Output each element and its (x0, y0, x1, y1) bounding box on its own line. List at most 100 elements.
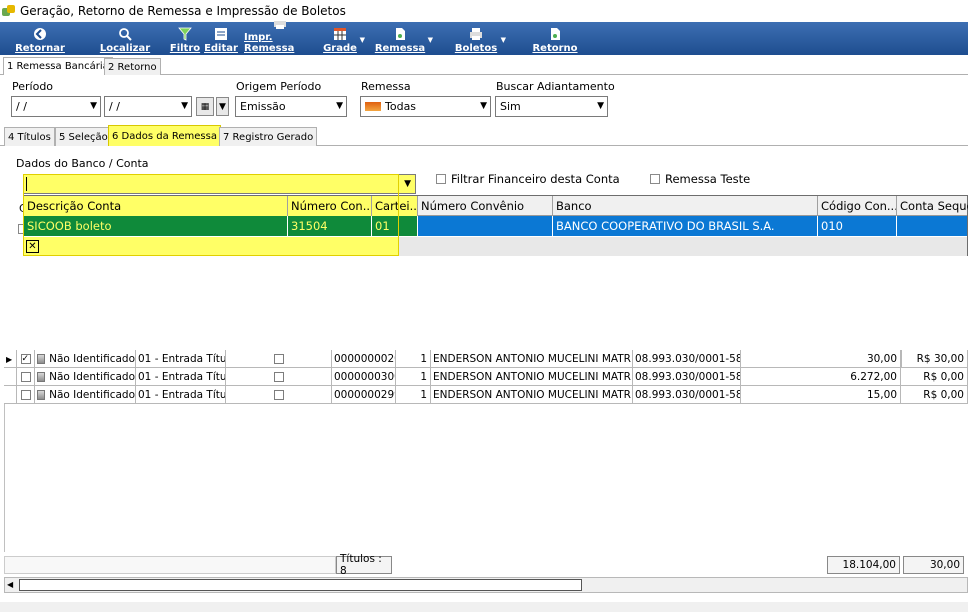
bank-account-dropdown-grid[interactable]: Descrição Conta Número Con... Cartei... … (23, 195, 968, 256)
search-icon (118, 27, 132, 41)
adiantamento-value: Sim (500, 100, 521, 113)
retornar-button[interactable]: Retornar (15, 22, 65, 55)
tab-remessa-bancaria[interactable]: 1 Remessa Bancária (3, 57, 113, 75)
titulos-count: Títulos : 8 (336, 553, 392, 577)
filter-icon (178, 27, 192, 41)
scroll-left-icon[interactable]: ◀ (7, 580, 13, 589)
col-conta-sequencial[interactable]: Conta Seque (897, 196, 968, 216)
table-row[interactable]: Não Identificado 01 - Entrada Título 000… (4, 368, 968, 386)
cell-descricao-conta: SICOOB boleto (24, 216, 288, 236)
checkbox-box (273, 372, 284, 382)
filtrar-financeiro-checkbox[interactable]: Filtrar Financeiro desta Conta (436, 172, 620, 186)
grade-button[interactable]: Grade ▼ (323, 22, 365, 55)
cell-codigo-convenio: 010 (818, 216, 897, 236)
scrollbar-thumb[interactable] (19, 579, 582, 591)
calendar-dropdown-icon[interactable]: ▼ (216, 97, 229, 116)
localizar-label: Localizar (99, 43, 151, 54)
periodo-label: Período (12, 80, 54, 93)
tab-selecao[interactable]: 5 Seleção (55, 127, 112, 146)
cell-desconto: R$ 0,00 (901, 368, 968, 386)
cell-desconto: R$ 30,00 (901, 350, 968, 368)
chevron-down-icon: ▼ (480, 101, 487, 111)
boletos-dropdown-arrow-icon[interactable]: ▼ (501, 36, 506, 44)
date-from-value: / / (16, 100, 27, 113)
chevron-down-icon: ▼ (404, 179, 411, 189)
cell-parcela: 1 (396, 368, 431, 386)
bottom-status-strip (0, 602, 968, 612)
valor-total: 18.104,00 (827, 556, 900, 574)
tab-retorno[interactable]: 2 Retorno (104, 58, 161, 75)
window-title: Geração, Retorno de Remessa e Impressão … (20, 4, 346, 18)
remessa-teste-label: Remessa Teste (665, 172, 751, 186)
remessa-button[interactable]: Remessa ▼ (375, 22, 433, 55)
grade-dropdown-arrow-icon[interactable]: ▼ (360, 36, 365, 44)
titles-grid[interactable]: ▶ Não Identificado 01 - Entrada Título 0… (4, 350, 968, 404)
sub-tabs: 4 Títulos 5 Seleção 6 Dados da Remessa 7… (0, 125, 968, 146)
col-banco[interactable]: Banco (553, 196, 818, 216)
filtro-button[interactable]: Filtro (170, 22, 200, 55)
main-tabs: 1 Remessa Bancária 2 Retorno (0, 57, 968, 75)
boletos-button[interactable]: Boletos ▼ (455, 22, 506, 55)
origem-periodo-select[interactable]: Emissão ▼ (235, 96, 347, 117)
cell-banco: BANCO COOPERATIVO DO BRASIL S.A. (553, 216, 818, 236)
remessa-select[interactable]: Todas ▼ (360, 96, 491, 117)
totals-spacer (4, 556, 336, 574)
retorno-button[interactable]: Retorno (532, 22, 578, 55)
tab-label: 6 Dados da Remessa (112, 130, 217, 142)
cell-status: Não Identificado (35, 386, 136, 404)
cell-checkbox[interactable] (226, 350, 332, 368)
cell-cliente: ENDERSON ANTONIO MUCELINI MATRIZ (431, 386, 633, 404)
cell-numero-conta: 31504 (288, 216, 372, 236)
cell-nosso-numero: 0000000020 (332, 350, 396, 368)
retorno-label: Retorno (532, 43, 578, 54)
cell-numero-convenio (418, 216, 553, 236)
tab-dados-remessa[interactable]: 6 Dados da Remessa (108, 125, 221, 146)
tab-label: 2 Retorno (108, 61, 157, 73)
printer-icon (273, 16, 287, 30)
checkbox-box (436, 174, 446, 184)
status-text: Não Identificado (49, 389, 135, 401)
remessa-dropdown-arrow-icon[interactable]: ▼ (428, 36, 433, 44)
adiantamento-label: Buscar Adiantamento (496, 80, 615, 93)
flag-icon (365, 102, 381, 111)
row-select-checkbox[interactable] (17, 386, 35, 404)
cell-valor: 15,00 (741, 386, 901, 404)
document-icon (393, 27, 407, 41)
checkbox-box (273, 354, 284, 364)
dropdown-grid-row[interactable]: SICOOB boleto 31504 01 BANCO COOPERATIVO… (24, 216, 967, 236)
row-select-checkbox[interactable] (17, 350, 35, 368)
cell-checkbox[interactable] (226, 368, 332, 386)
col-codigo-convenio[interactable]: Código Con... (818, 196, 897, 216)
editar-button[interactable]: Editar (204, 22, 238, 55)
footer-highlight (24, 237, 399, 256)
cell-checkbox[interactable] (226, 386, 332, 404)
status-text: Não Identificado (49, 353, 135, 365)
close-icon[interactable]: ✕ (26, 240, 39, 253)
card-icon (37, 390, 46, 400)
horizontal-scrollbar[interactable]: ◀ (4, 577, 968, 593)
tab-registro-gerado[interactable]: 7 Registro Gerado (219, 127, 318, 146)
row-select-checkbox[interactable] (17, 368, 35, 386)
col-numero-convenio[interactable]: Número Convênio (418, 196, 553, 216)
col-carteira[interactable]: Cartei... (372, 196, 418, 216)
remessa-teste-checkbox[interactable]: Remessa Teste (650, 172, 750, 186)
checkbox-box (273, 390, 284, 400)
cell-cnpj: 08.993.030/0001-58 (633, 386, 741, 404)
date-to-value: / / (109, 100, 120, 113)
cell-conta-sequencial (897, 216, 968, 236)
adiantamento-select[interactable]: Sim ▼ (495, 96, 608, 117)
localizar-button[interactable]: Localizar (99, 22, 151, 55)
date-from-field[interactable]: / / ▼ (11, 96, 101, 117)
col-numero-conta[interactable]: Número Con... (288, 196, 372, 216)
back-arrow-icon (33, 27, 47, 41)
table-row[interactable]: Não Identificado 01 - Entrada Título 000… (4, 386, 968, 404)
date-to-field[interactable]: / / ▼ (104, 96, 192, 117)
cell-parcela: 1 (396, 386, 431, 404)
col-descricao-conta[interactable]: Descrição Conta (24, 196, 288, 216)
bank-account-select[interactable]: ▼ (23, 174, 416, 194)
calendar-icon[interactable]: ▦ (196, 97, 214, 116)
tab-titulos[interactable]: 4 Títulos (4, 127, 55, 146)
table-row[interactable]: ▶ Não Identificado 01 - Entrada Título 0… (4, 350, 968, 368)
cell-tipo: 01 - Entrada Título (136, 368, 226, 386)
impr-remessa-button[interactable]: Impr. Remessa (244, 17, 316, 55)
